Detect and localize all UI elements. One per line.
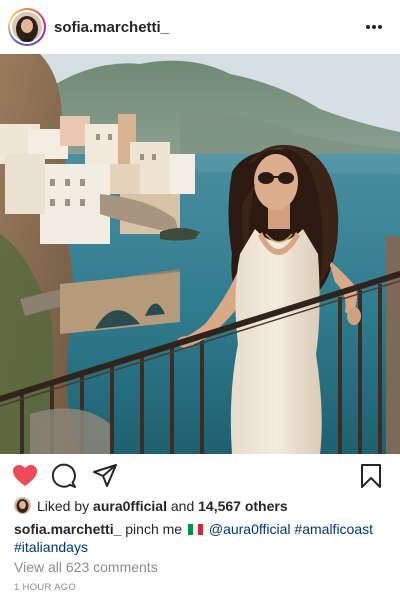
post-username[interactable]: sofia.marchetti_ <box>54 19 169 36</box>
instagram-post: sofia.marchetti_ Liked by aura0fficial a… <box>0 0 400 596</box>
comment-icon[interactable] <box>50 461 80 491</box>
caption-hashtag[interactable]: #italiandays <box>14 539 88 555</box>
post-timestamp: 1 HOUR AGO <box>14 582 77 593</box>
caption-mention[interactable]: @aura0fficial <box>209 521 291 537</box>
caption-text: pinch me <box>125 521 183 537</box>
action-bar <box>0 458 400 494</box>
avatar[interactable] <box>8 8 46 46</box>
caption-hashtag[interactable]: #amalficoast <box>294 521 373 537</box>
liker-avatar <box>14 497 31 514</box>
likes-prefix: Liked by <box>37 497 90 514</box>
likes-summary[interactable]: Liked by aura0fficial and 14,567 others <box>14 497 288 514</box>
caption-username[interactable]: sofia.marchetti_ <box>14 521 121 537</box>
more-horizontal-icon[interactable] <box>360 13 388 41</box>
likes-and: and <box>170 497 195 514</box>
liker-username[interactable]: aura0fficial <box>93 498 167 514</box>
likes-others[interactable]: 14,567 others <box>198 498 288 514</box>
avatar-image <box>12 12 42 42</box>
post-photo[interactable] <box>0 54 400 454</box>
bookmark-icon[interactable] <box>356 461 386 491</box>
heart-filled-icon[interactable] <box>10 461 40 491</box>
post-caption: sofia.marchetti_ pinch me @aura0fficial … <box>14 520 390 556</box>
view-comments-link[interactable]: View all 623 comments <box>14 559 158 575</box>
italy-flag-icon <box>187 521 203 535</box>
share-icon[interactable] <box>90 461 120 491</box>
post-header: sofia.marchetti_ <box>0 0 400 54</box>
